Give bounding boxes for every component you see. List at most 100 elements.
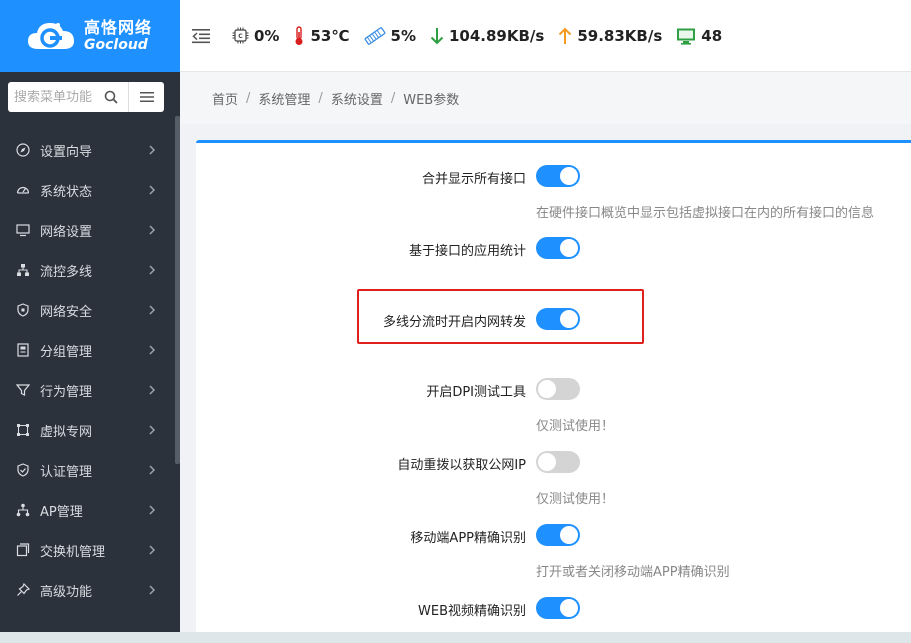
memory-stick-icon bbox=[364, 26, 385, 45]
temperature-stat: 53℃ bbox=[293, 25, 350, 46]
vpn-icon bbox=[16, 423, 30, 437]
cpu-stat: C 0% bbox=[232, 27, 279, 45]
breadcrumb-separator: / bbox=[390, 90, 396, 106]
toggle-knob bbox=[560, 167, 578, 185]
sidebar-item-ap-management[interactable]: AP管理 bbox=[0, 490, 176, 530]
toggle-knob bbox=[560, 526, 578, 544]
chevron-right-icon bbox=[149, 145, 156, 155]
toggle-knob bbox=[560, 239, 578, 257]
cpu-chip-icon: C bbox=[232, 27, 249, 44]
sidebar-item-label: AP管理 bbox=[40, 504, 83, 520]
network-tree-icon bbox=[16, 263, 30, 277]
memory-stat: 5% bbox=[364, 27, 416, 45]
sidebar-item-label: 分组管理 bbox=[40, 344, 93, 360]
web-params-panel: 合并显示所有接口 在硬件接口概览中显示包括虚拟接口在内的所有接口的信息 基于接口… bbox=[196, 140, 911, 632]
thermometer-icon bbox=[295, 25, 303, 45]
temperature-value: 53℃ bbox=[310, 26, 350, 45]
sidebar-item-behavior-management[interactable]: 行为管理 bbox=[0, 370, 176, 410]
sidebar-item-label: 交换机管理 bbox=[40, 544, 106, 560]
setting-help-text: 在硬件接口概览中显示包括虚拟接口在内的所有接口的信息 bbox=[536, 206, 875, 221]
logo-cn-text: 高恪网络 bbox=[84, 18, 153, 37]
terminal-count-value: 48 bbox=[701, 26, 723, 45]
search-icon[interactable] bbox=[104, 90, 118, 104]
breadcrumb-web-params: WEB参数 bbox=[403, 92, 460, 108]
monitor-green-icon bbox=[677, 28, 696, 45]
web-video-recognition-toggle[interactable] bbox=[536, 597, 580, 619]
monitor-icon bbox=[16, 223, 30, 237]
toggle-knob bbox=[538, 380, 556, 398]
merge-interfaces-toggle[interactable] bbox=[536, 165, 580, 187]
setting-label: 基于接口的应用统计 bbox=[408, 244, 526, 259]
download-stat: 104.89KB/s bbox=[430, 27, 544, 45]
breadcrumb: 首页 / 系统管理 / 系统设置 / WEB参数 bbox=[180, 72, 911, 124]
terminal-count-stat: 48 bbox=[676, 27, 722, 45]
setting-help-text: 仅测试使用！ bbox=[536, 492, 615, 507]
sidebar-item-network-settings[interactable]: 网络设置 bbox=[0, 210, 176, 250]
sidebar-item-advanced[interactable]: 高级功能 bbox=[0, 570, 176, 610]
sidebar-item-label: 网络安全 bbox=[40, 304, 93, 320]
setting-label: WEB视频精确识别 bbox=[418, 604, 526, 619]
arrow-down-icon bbox=[430, 27, 444, 44]
chevron-right-icon bbox=[149, 385, 156, 395]
sidebar-item-switch-management[interactable]: 交换机管理 bbox=[0, 530, 176, 570]
sidebar-item-group-management[interactable]: 分组管理 bbox=[0, 330, 176, 370]
sidebar-item-system-status[interactable]: 系统状态 bbox=[0, 170, 176, 210]
gauge-icon bbox=[16, 183, 30, 197]
sidebar-nav: 设置向导 系统状态 网络设置 流控多线 网络安全 分组管理 行为管理 虚拟专网 … bbox=[0, 130, 176, 610]
sidebar-item-label: 系统状态 bbox=[40, 184, 93, 200]
group-book-icon bbox=[16, 343, 30, 357]
download-value: 104.89KB/s bbox=[448, 26, 545, 45]
menu-search-input[interactable] bbox=[14, 89, 102, 105]
chevron-right-icon bbox=[149, 505, 156, 515]
chevron-right-icon bbox=[149, 425, 156, 435]
highlight-box bbox=[357, 289, 644, 344]
menu-list-button[interactable] bbox=[128, 82, 164, 112]
hamburger-icon bbox=[139, 92, 154, 102]
mobile-app-recognition-toggle[interactable] bbox=[536, 524, 580, 546]
chevron-right-icon bbox=[149, 265, 156, 275]
cpu-value: 0% bbox=[254, 26, 280, 45]
filter-icon bbox=[16, 383, 30, 397]
setting-help-text: 仅测试使用！ bbox=[536, 419, 615, 434]
sidebar-item-label: 虚拟专网 bbox=[40, 424, 93, 440]
memory-value: 5% bbox=[390, 26, 416, 45]
breadcrumb-system-management[interactable]: 系统管理 bbox=[258, 89, 310, 108]
sidebar-scrollbar[interactable] bbox=[175, 116, 180, 464]
shield-icon bbox=[16, 303, 30, 317]
toggle-knob bbox=[538, 453, 556, 471]
sidebar-item-setup-wizard[interactable]: 设置向导 bbox=[0, 130, 176, 170]
sidebar-item-label: 设置向导 bbox=[40, 144, 93, 160]
breadcrumb-system-settings[interactable]: 系统设置 bbox=[331, 89, 383, 108]
cloud-logo-icon bbox=[26, 19, 78, 53]
chevron-right-icon bbox=[149, 465, 156, 475]
menu-search-box bbox=[8, 82, 128, 112]
dpi-test-toggle[interactable] bbox=[536, 378, 580, 400]
logo[interactable]: 高恪网络 Gocloud bbox=[0, 0, 180, 72]
interface-app-stats-toggle[interactable] bbox=[536, 237, 580, 259]
sidebar-item-flow-control[interactable]: 流控多线 bbox=[0, 250, 176, 290]
setting-label: 开启DPI测试工具 bbox=[426, 385, 526, 400]
switch-icon bbox=[16, 543, 30, 557]
sidebar-item-auth-management[interactable]: 认证管理 bbox=[0, 450, 176, 490]
sidebar-item-label: 认证管理 bbox=[40, 464, 93, 480]
shield-check-icon bbox=[16, 463, 30, 477]
chevron-right-icon bbox=[149, 345, 156, 355]
upload-stat: 59.83KB/s bbox=[558, 27, 662, 45]
chevron-right-icon bbox=[149, 545, 156, 555]
compass-icon bbox=[16, 143, 30, 157]
setting-label: 合并显示所有接口 bbox=[421, 172, 526, 187]
chevron-right-icon bbox=[149, 185, 156, 195]
breadcrumb-separator: / bbox=[318, 90, 323, 106]
breadcrumb-home[interactable]: 首页 bbox=[212, 89, 238, 108]
logo-en-text: Gocloud bbox=[84, 37, 148, 53]
collapse-menu-icon[interactable] bbox=[192, 28, 212, 44]
auto-redial-toggle[interactable] bbox=[536, 451, 580, 473]
setting-label: 自动重拨以获取公网IP bbox=[397, 458, 526, 473]
chevron-right-icon bbox=[149, 225, 156, 235]
toggle-knob bbox=[560, 599, 578, 617]
bottom-strip bbox=[0, 632, 911, 643]
sidebar-item-vpn[interactable]: 虚拟专网 bbox=[0, 410, 176, 450]
sidebar-item-label: 行为管理 bbox=[40, 384, 93, 400]
sidebar-item-network-security[interactable]: 网络安全 bbox=[0, 290, 176, 330]
ap-tree-icon bbox=[16, 503, 30, 517]
